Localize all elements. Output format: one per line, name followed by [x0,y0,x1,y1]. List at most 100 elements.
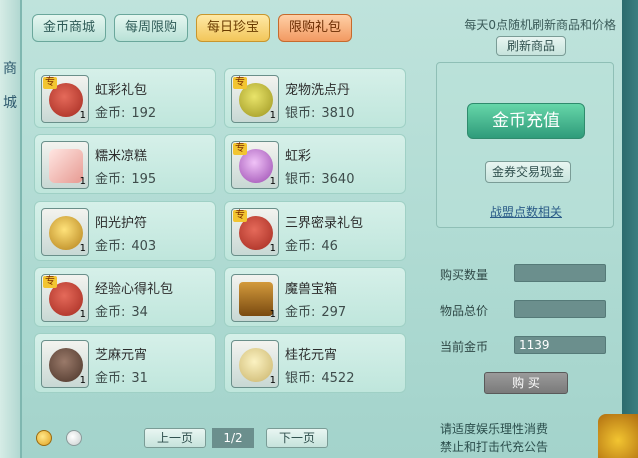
exclusive-badge: 专 [233,77,247,89]
item-card[interactable]: 专 1 三界密录礼包 金币: 46 [224,201,406,261]
exclusive-badge: 专 [233,210,247,222]
item-price: 金币: 192 [95,102,156,121]
current-gold-field: 1139 [514,336,606,354]
rational-spending-note: 请适度娱乐理性消费 [440,422,549,436]
item-name: 阳光护符 [95,216,148,231]
item-quantity: 1 [79,309,86,320]
item-quantity: 1 [269,375,276,386]
item-name: 糯米凉糕 [95,149,148,164]
item-quantity: 1 [269,176,276,187]
tab-limited-gift-pack[interactable]: 限购礼包 [278,14,353,42]
right-side-decoration [622,0,638,458]
total-price-field [514,300,606,318]
buy-button[interactable]: 购 买 [484,372,568,394]
price-currency: 金币: [285,305,316,320]
recharge-panel: 金币充值 金券交易现金 战盟点数相关 [436,62,614,228]
item-price: 金币: 403 [95,235,156,254]
rice-cake-icon: 1 [41,141,89,189]
current-gold-label: 当前金币 [440,340,489,354]
red-gift-bag-icon: 专 1 [41,274,89,322]
price-currency: 银币: [285,172,316,187]
total-price-label: 物品总价 [440,304,489,318]
price-value: 34 [131,305,148,320]
item-card[interactable]: 专 1 虹彩 银币: 3640 [224,134,406,194]
red-gift-bag-icon: 专 1 [231,208,279,256]
prev-page-button[interactable]: 上一页 [144,428,206,448]
exclusive-badge: 专 [43,276,57,288]
item-name: 虹彩礼包 [95,83,148,98]
price-value: 403 [131,239,157,254]
item-price: 金币: 195 [95,168,156,187]
page-indicator: 1/2 [212,428,254,448]
item-name: 魔兽宝箱 [285,282,338,297]
price-value: 3810 [321,106,355,121]
treasure-decoration-icon[interactable] [598,414,638,458]
gold-recharge-button[interactable]: 金币充值 [467,103,585,139]
price-currency: 金币: [95,172,126,187]
item-quantity: 1 [79,110,86,121]
item-name: 三界密录礼包 [285,216,364,231]
item-name: 桂花元宵 [285,348,338,363]
item-quantity: 1 [269,243,276,254]
next-page-button[interactable]: 下一页 [266,428,328,448]
price-value: 31 [131,371,148,386]
price-currency: 金币: [95,106,126,121]
price-currency: 金币: [95,371,126,386]
price-value: 4522 [321,371,355,386]
alliance-points-link[interactable]: 战盟点数相关 [437,203,615,220]
item-card[interactable]: 专 1 经验心得礼包 金币: 34 [34,267,216,327]
red-gift-bag-icon: 专 1 [41,75,89,123]
item-card[interactable]: 1 桂花元宵 银币: 4522 [224,333,406,393]
left-side-char-2[interactable]: 城 [3,92,17,112]
price-currency: 银币: [285,371,316,386]
tab-weekly-limited[interactable]: 每周限购 [114,14,189,42]
shop-tabs: 金币商城 每周限购 每日珍宝 限购礼包 [32,14,353,42]
item-quantity: 1 [79,243,86,254]
tab-daily-treasure[interactable]: 每日珍宝 [196,14,271,42]
price-currency: 银币: [285,106,316,121]
circle-toggle-icon[interactable] [66,430,82,446]
exclusive-badge: 专 [43,77,57,89]
price-currency: 金币: [285,239,316,254]
osmanthus-dumplings-icon: 1 [231,340,279,388]
purchase-quantity-field[interactable] [514,264,606,282]
perfume-bottle-icon: 专 1 [231,141,279,189]
item-card[interactable]: 1 糯米凉糕 金币: 195 [34,134,216,194]
price-value: 3640 [321,172,355,187]
left-side-decoration: 商 城 [0,0,22,458]
tab-gold-coin-shop[interactable]: 金币商城 [32,14,107,42]
item-price: 银币: 3810 [285,102,354,121]
item-name: 芝麻元宵 [95,348,148,363]
item-card[interactable]: 1 芝麻元宵 金币: 31 [34,333,216,393]
item-price: 金币: 46 [285,235,338,254]
coin-icon[interactable] [36,430,52,446]
item-card[interactable]: 专 1 宠物洗点丹 银币: 3810 [224,68,406,128]
item-price: 银币: 3640 [285,168,354,187]
item-quantity: 1 [269,110,276,121]
item-price: 金币: 31 [95,367,148,386]
item-name: 虹彩 [285,149,312,164]
treasure-chest-icon: 1 [231,274,279,322]
item-price: 金币: 34 [95,301,148,320]
item-card[interactable]: 1 阳光护符 金币: 403 [34,201,216,261]
left-side-char-1[interactable]: 商 [3,58,17,78]
item-quantity: 1 [79,176,86,187]
refresh-items-button[interactable]: 刷新商品 [496,36,566,56]
amulet-necklace-icon: 1 [41,208,89,256]
item-price: 银币: 4522 [285,367,354,386]
price-currency: 金币: [95,305,126,320]
exclusive-badge: 专 [233,143,247,155]
anti-proxy-recharge-notice[interactable]: 禁止和打击代充公告 [440,438,548,455]
item-price: 金币: 297 [285,301,346,320]
sesame-dumplings-icon: 1 [41,340,89,388]
item-name: 经验心得礼包 [95,282,174,297]
item-card[interactable]: 1 魔兽宝箱 金币: 297 [224,267,406,327]
shop-panel: 金币商城 每周限购 每日珍宝 限购礼包 每天0点随机刷新商品和价格 刷新商品 专… [20,0,624,458]
item-name: 宠物洗点丹 [285,83,351,98]
item-quantity: 1 [269,309,276,320]
voucher-trade-button[interactable]: 金券交易现金 [485,161,571,183]
elixir-pills-icon: 专 1 [231,75,279,123]
price-value: 46 [321,239,338,254]
item-card[interactable]: 专 1 虹彩礼包 金币: 192 [34,68,216,128]
refresh-note: 每天0点随机刷新商品和价格 [464,18,616,32]
